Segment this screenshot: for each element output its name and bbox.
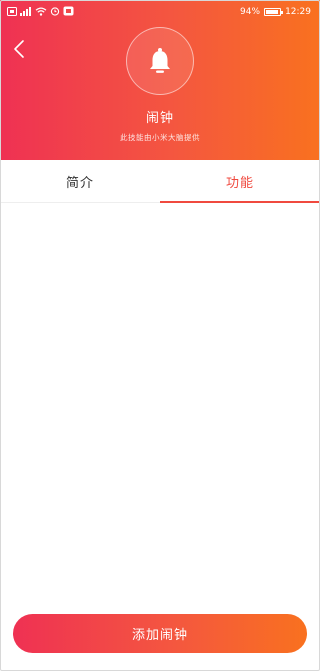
provider-note: 此技能由小米大脑提供 <box>120 133 200 142</box>
back-button[interactable] <box>9 38 31 60</box>
tab-bar: 简介 功能 <box>0 160 320 203</box>
chevron-left-icon <box>14 40 24 58</box>
tab-content-area <box>0 203 320 603</box>
tab-intro[interactable]: 简介 <box>0 160 160 202</box>
battery-level-fill <box>266 10 279 14</box>
bell-icon <box>150 48 170 73</box>
status-bar: 94% 12:29 <box>0 0 320 26</box>
skill-header: 94% 12:29 闹钟 此技能由小米大脑提供 <box>0 0 320 160</box>
battery-percent: 94% <box>240 7 261 17</box>
tab-features[interactable]: 功能 <box>160 160 320 202</box>
wifi-icon <box>35 7 47 16</box>
skill-icon-badge <box>126 27 194 95</box>
notification-app-icon <box>63 6 74 16</box>
clock-time: 12:29 <box>285 7 311 17</box>
signal-icon <box>20 6 31 16</box>
add-alarm-button[interactable]: 添加闹钟 <box>13 614 307 653</box>
status-icons-left <box>7 6 74 16</box>
status-icons-right: 94% 12:29 <box>240 7 311 17</box>
sim-icon <box>7 6 17 16</box>
alarm-clock-icon <box>50 7 60 16</box>
skill-title: 闹钟 <box>145 111 174 126</box>
battery-icon <box>264 8 284 16</box>
